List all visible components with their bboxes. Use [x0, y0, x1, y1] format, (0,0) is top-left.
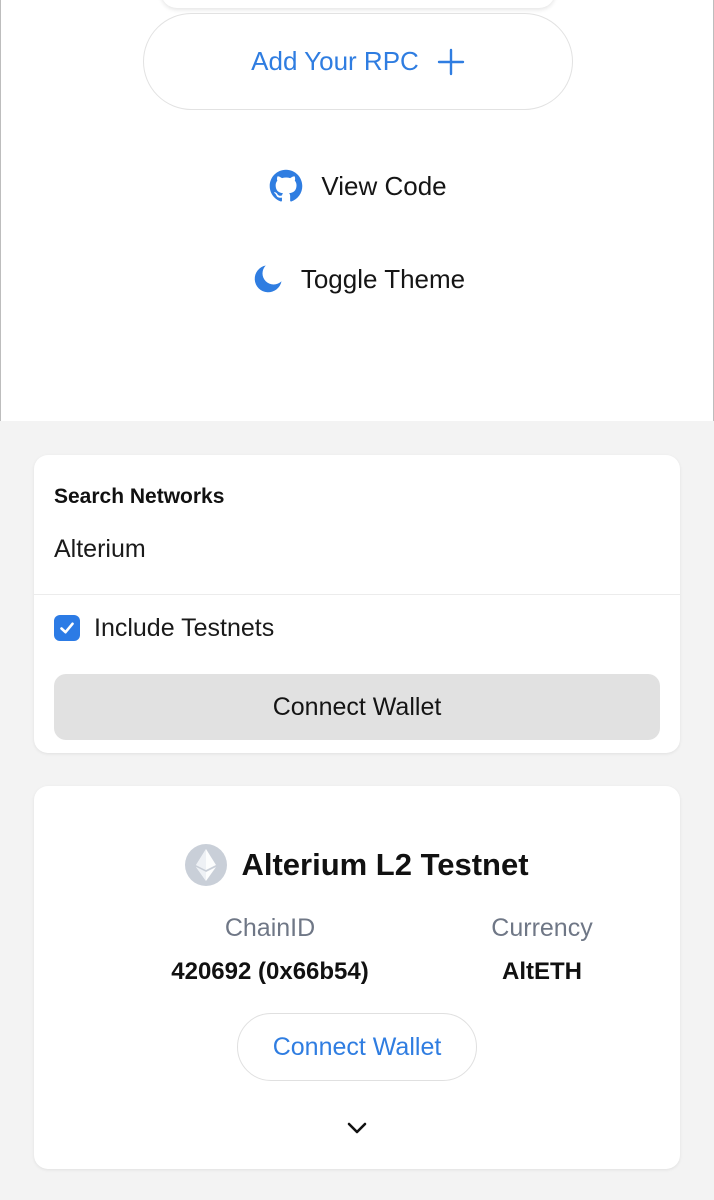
network-card: Alterium L2 Testnet ChainID 420692 (0x66… — [34, 786, 680, 1169]
include-testnets-label: Include Testnets — [94, 613, 275, 642]
menu-panel-top-edge — [161, 0, 555, 8]
divider — [34, 594, 680, 595]
expand-details-button[interactable] — [340, 1114, 374, 1142]
ethereum-icon — [185, 844, 228, 886]
add-rpc-label: Add Your RPC — [251, 46, 419, 76]
include-testnets-toggle[interactable]: Include Testnets — [54, 613, 274, 643]
menu-panel: Add Your RPC View Code Toggle Theme — [0, 0, 714, 421]
search-input[interactable] — [54, 531, 654, 567]
currency-value: AltETH — [502, 958, 582, 985]
view-code-label: View Code — [321, 170, 447, 201]
moon-icon — [251, 262, 285, 296]
currency-label: Currency — [491, 914, 593, 942]
network-title: Alterium L2 Testnet — [34, 842, 680, 888]
chain-id-label: ChainID — [224, 914, 316, 942]
checkmark-icon — [60, 622, 74, 634]
connect-wallet-button[interactable]: Connect Wallet — [54, 674, 660, 740]
plus-icon — [437, 48, 465, 76]
include-testnets-checkbox[interactable] — [54, 615, 80, 641]
network-name: Alterium L2 Testnet — [241, 847, 529, 882]
add-rpc-button[interactable]: Add Your RPC — [143, 13, 573, 110]
toggle-theme-button[interactable]: Toggle Theme — [1, 259, 714, 299]
toggle-theme-label: Toggle Theme — [300, 263, 466, 294]
search-card: Search Networks Include Testnets Connect… — [34, 455, 680, 753]
network-connect-wallet-button[interactable]: Connect Wallet — [237, 1013, 477, 1081]
chain-id-value: 420692 (0x66b54) — [171, 958, 369, 985]
view-code-link[interactable]: View Code — [1, 166, 714, 206]
search-networks-label: Search Networks — [54, 485, 225, 508]
github-icon — [269, 169, 303, 203]
page: Add Your RPC View Code Toggle Theme Sear… — [0, 0, 714, 1200]
chevron-down-icon — [347, 1122, 367, 1134]
